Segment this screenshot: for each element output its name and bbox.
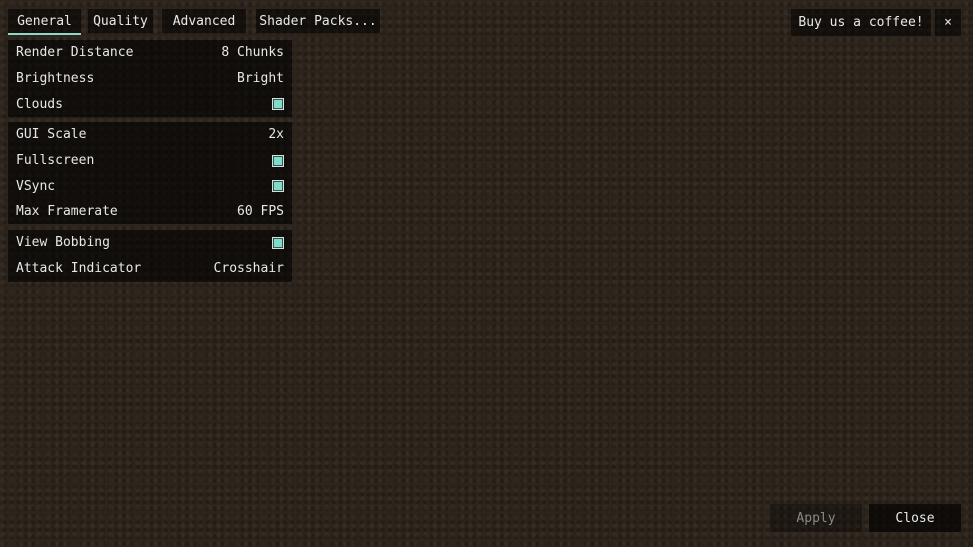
- tab-label: Shader Packs...: [259, 13, 377, 29]
- option-value: 2x: [268, 127, 284, 143]
- option-view-bobbing[interactable]: View Bobbing: [8, 230, 292, 256]
- settings-group-view: View Bobbing Attack Indicator Crosshair: [8, 230, 292, 282]
- checkbox-checked-icon[interactable]: [272, 98, 284, 111]
- option-gui-scale[interactable]: GUI Scale 2x: [8, 122, 292, 148]
- close-coffee-button[interactable]: ×: [935, 9, 961, 36]
- option-clouds[interactable]: Clouds: [8, 91, 292, 117]
- option-label: Max Framerate: [16, 204, 118, 220]
- option-attack-indicator[interactable]: Attack Indicator Crosshair: [8, 256, 292, 282]
- option-label: VSync: [16, 178, 56, 194]
- tab-quality[interactable]: Quality: [88, 9, 153, 33]
- close-label: Close: [895, 510, 935, 526]
- option-label: Attack Indicator: [16, 261, 142, 277]
- tab-label: Advanced: [172, 13, 236, 29]
- close-button[interactable]: Close: [869, 504, 961, 532]
- tab-shader-packs[interactable]: Shader Packs...: [256, 9, 380, 33]
- option-value: Bright: [237, 71, 284, 87]
- option-label: View Bobbing: [16, 235, 110, 251]
- checkbox-checked-icon[interactable]: [272, 154, 284, 167]
- tab-advanced[interactable]: Advanced: [162, 9, 246, 33]
- checkbox-checked-icon[interactable]: [272, 236, 284, 249]
- checkbox-checked-icon[interactable]: [272, 180, 284, 193]
- option-value: 60 FPS: [237, 204, 284, 220]
- option-label: Brightness: [16, 71, 95, 87]
- buy-coffee-label: Buy us a coffee!: [798, 15, 924, 30]
- apply-label: Apply: [796, 510, 836, 526]
- option-value: Crosshair: [213, 261, 284, 277]
- option-vsync[interactable]: VSync: [8, 173, 292, 199]
- option-label: Render Distance: [16, 45, 134, 61]
- close-icon: ×: [944, 15, 952, 30]
- option-label: Clouds: [16, 96, 63, 112]
- apply-button[interactable]: Apply: [770, 504, 862, 532]
- settings-group-window: GUI Scale 2x Fullscreen VSync Max Framera…: [8, 122, 292, 224]
- option-max-framerate[interactable]: Max Framerate 60 FPS: [8, 199, 292, 225]
- option-label: Fullscreen: [16, 153, 95, 169]
- tab-label: General: [17, 13, 72, 29]
- option-fullscreen[interactable]: Fullscreen: [8, 148, 292, 174]
- option-value: 8 Chunks: [221, 45, 284, 61]
- settings-group-display: Render Distance 8 Chunks Brightness Bright…: [8, 40, 292, 117]
- buy-coffee-button[interactable]: Buy us a coffee!: [791, 9, 931, 36]
- tab-label: Quality: [93, 13, 148, 29]
- option-render-distance[interactable]: Render Distance 8 Chunks: [8, 40, 292, 66]
- tab-general[interactable]: General: [8, 9, 81, 35]
- option-brightness[interactable]: Brightness Bright: [8, 66, 292, 92]
- option-label: GUI Scale: [16, 127, 87, 143]
